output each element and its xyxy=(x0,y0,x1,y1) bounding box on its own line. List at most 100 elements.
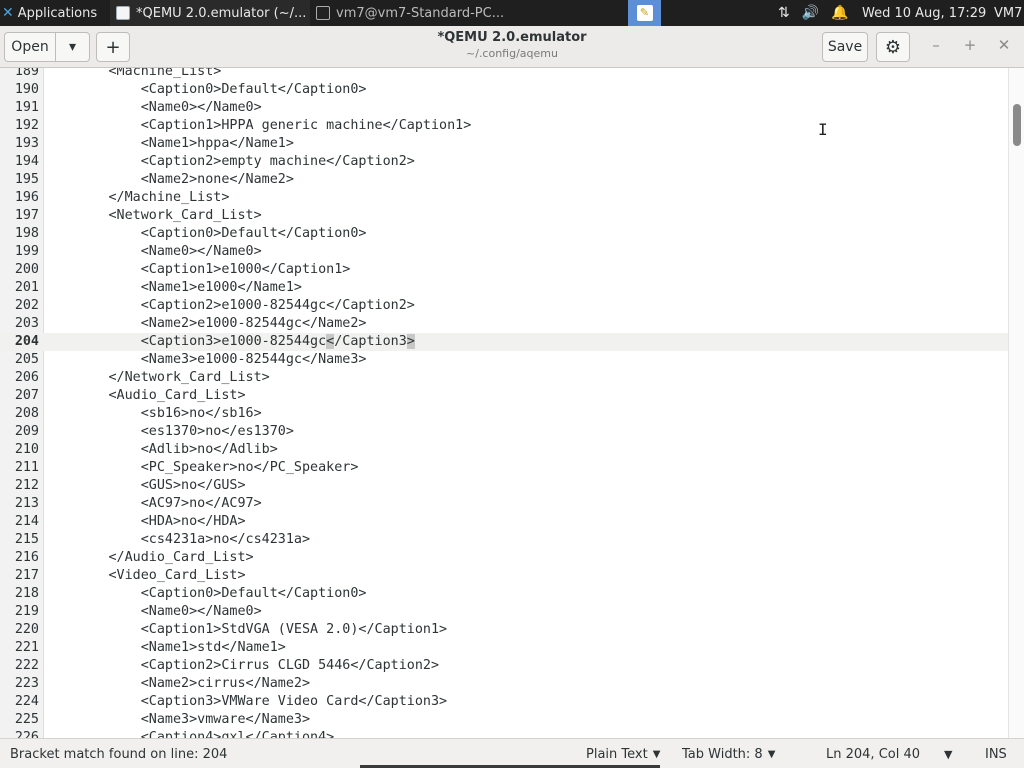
code-line[interactable]: 200 <Caption1>e1000</Caption1> xyxy=(0,261,1008,279)
code-line[interactable]: 193 <Name1>hppa</Name1> xyxy=(0,135,1008,153)
code-line[interactable]: 211 <PC_Speaker>no</PC_Speaker> xyxy=(0,459,1008,477)
terminal-icon xyxy=(316,6,330,20)
save-button[interactable]: Save xyxy=(822,32,868,62)
language-label: Plain Text xyxy=(586,746,648,762)
line-text: <GUS>no</GUS> xyxy=(44,478,246,493)
code-line[interactable]: 221 <Name1>std</Name1> xyxy=(0,639,1008,657)
line-number: 218 xyxy=(14,586,39,601)
line-text: <es1370>no</es1370> xyxy=(44,424,294,439)
line-number: 191 xyxy=(14,100,39,115)
pinned-editor-launcher[interactable]: ✎ xyxy=(628,0,661,26)
line-text: <Caption0>Default</Caption0> xyxy=(44,226,367,241)
line-text: <HDA>no</HDA> xyxy=(44,514,246,529)
code-line[interactable]: 223 <Name2>cirrus</Name2> xyxy=(0,675,1008,693)
caret-down-icon: ▼ xyxy=(652,748,661,760)
line-text: <Name0></Name0> xyxy=(44,244,262,259)
line-number: 200 xyxy=(14,262,39,277)
system-tray: ⇅ 🔊 🔔 xyxy=(778,0,849,26)
line-text: <Name2>cirrus</Name2> xyxy=(44,676,311,691)
caret-down-icon[interactable]: ▼ xyxy=(944,739,952,768)
code-line[interactable]: 225 <Name3>vmware</Name3> xyxy=(0,711,1008,729)
line-text: <Caption2>empty machine</Caption2> xyxy=(44,154,415,169)
code-line[interactable]: 203 <Name2>e1000-82544gc</Name2> xyxy=(0,315,1008,333)
line-number: 199 xyxy=(14,244,39,259)
open-menu-button[interactable]: ▾ xyxy=(56,32,90,62)
code-line[interactable]: 212 <GUS>no</GUS> xyxy=(0,477,1008,495)
vertical-scrollbar[interactable] xyxy=(1008,68,1024,738)
code-line[interactable]: 205 <Name3>e1000-82544gc</Name3> xyxy=(0,351,1008,369)
line-text: <Name3>e1000-82544gc</Name3> xyxy=(44,352,367,367)
code-line[interactable]: 222 <Caption2>Cirrus CLGD 5446</Caption2… xyxy=(0,657,1008,675)
code-line[interactable]: 224 <Caption3>VMWare Video Card</Caption… xyxy=(0,693,1008,711)
maximize-button[interactable]: + xyxy=(960,36,980,54)
code-line[interactable]: 226 <Caption4>qxl</Caption4> xyxy=(0,729,1008,738)
language-selector[interactable]: Plain Text ▼ xyxy=(586,739,660,768)
minimize-button[interactable]: – xyxy=(926,36,946,54)
close-button[interactable]: ✕ xyxy=(994,36,1014,54)
code-line[interactable]: 216 </Audio_Card_List> xyxy=(0,549,1008,567)
line-number: 202 xyxy=(14,298,39,313)
line-text: <Name2>none</Name2> xyxy=(44,172,294,187)
line-text: <Caption3>VMWare Video Card</Caption3> xyxy=(44,694,448,709)
line-text: <Machine_List> xyxy=(44,68,222,79)
user-menu[interactable]: VM7 xyxy=(994,0,1022,26)
code-line[interactable]: 199 <Name0></Name0> xyxy=(0,243,1008,261)
code-line[interactable]: 217 <Video_Card_List> xyxy=(0,567,1008,585)
code-line[interactable]: 201 <Name1>e1000</Name1> xyxy=(0,279,1008,297)
code-line[interactable]: 191 <Name0></Name0> xyxy=(0,99,1008,117)
network-icon[interactable]: ⇅ xyxy=(778,5,790,21)
code-line[interactable]: 208 <sb16>no</sb16> xyxy=(0,405,1008,423)
code-line[interactable]: 215 <cs4231a>no</cs4231a> xyxy=(0,531,1008,549)
insert-mode-indicator: INS xyxy=(985,746,1007,762)
line-number: 204 xyxy=(14,334,39,349)
code-line[interactable]: 213 <AC97>no</AC97> xyxy=(0,495,1008,513)
code-line[interactable]: 209 <es1370>no</es1370> xyxy=(0,423,1008,441)
code-line[interactable]: 207 <Audio_Card_List> xyxy=(0,387,1008,405)
status-bar: Bracket match found on line: 204 Plain T… xyxy=(0,738,1024,768)
gear-icon: ⚙ xyxy=(884,36,902,58)
code-line[interactable]: 192 <Caption1>HPPA generic machine</Capt… xyxy=(0,117,1008,135)
line-text: <Caption3>e1000-82544gc</Caption3> xyxy=(44,334,415,349)
code-line[interactable]: 194 <Caption2>empty machine</Caption2> xyxy=(0,153,1008,171)
cursor-position[interactable]: Ln 204, Col 40 xyxy=(826,739,920,768)
line-number: 226 xyxy=(14,730,39,738)
line-number: 213 xyxy=(14,496,39,511)
code-line[interactable]: 198 <Caption0>Default</Caption0> xyxy=(0,225,1008,243)
clock[interactable]: Wed 10 Aug, 17:29 xyxy=(862,0,986,26)
line-number: 198 xyxy=(14,226,39,241)
line-text: <Caption0>Default</Caption0> xyxy=(44,586,367,601)
code-line[interactable]: 214 <HDA>no</HDA> xyxy=(0,513,1008,531)
taskbar-item-label: vm7@vm7-Standard-PC... xyxy=(336,5,505,21)
code-line[interactable]: 219 <Name0></Name0> xyxy=(0,603,1008,621)
menu-button[interactable]: ⚙ xyxy=(876,32,910,62)
bracket-match: > xyxy=(406,334,415,349)
code-line[interactable]: 220 <Caption1>StdVGA (VESA 2.0)</Caption… xyxy=(0,621,1008,639)
volume-icon[interactable]: 🔊 xyxy=(802,5,819,21)
line-text: <Audio_Card_List> xyxy=(44,388,246,403)
line-text: <cs4231a>no</cs4231a> xyxy=(44,532,311,547)
current-code-line[interactable]: 204 <Caption3>e1000-82544gc</Caption3> xyxy=(0,333,1008,351)
new-document-button[interactable]: + xyxy=(96,32,130,62)
code-line[interactable]: 195 <Name2>none</Name2> xyxy=(0,171,1008,189)
code-line[interactable]: 202 <Caption2>e1000-82544gc</Caption2> xyxy=(0,297,1008,315)
open-button[interactable]: Open xyxy=(4,32,56,62)
code-line[interactable]: 190 <Caption0>Default</Caption0> xyxy=(0,81,1008,99)
line-number: 194 xyxy=(14,154,39,169)
line-number: 193 xyxy=(14,136,39,151)
taskbar-item-editor[interactable]: *QEMU 2.0.emulator (~/... xyxy=(110,0,310,26)
tab-width-selector[interactable]: Tab Width: 8 ▼ xyxy=(682,739,775,768)
line-number: 216 xyxy=(14,550,39,565)
text-editor[interactable]: 189 <Machine_List> 190 <Caption0>Default<… xyxy=(0,68,1008,738)
code-line[interactable]: 218 <Caption0>Default</Caption0> xyxy=(0,585,1008,603)
applications-menu[interactable]: ✕ Applications xyxy=(2,0,97,26)
code-line[interactable]: 206 </Network_Card_List> xyxy=(0,369,1008,387)
code-line[interactable]: 189 <Machine_List> xyxy=(0,68,1008,81)
taskbar-item-terminal[interactable]: vm7@vm7-Standard-PC... xyxy=(316,0,512,26)
code-line[interactable]: 210 <Adlib>no</Adlib> xyxy=(0,441,1008,459)
notification-bell-icon[interactable]: 🔔 xyxy=(831,5,848,21)
line-number: 223 xyxy=(14,676,39,691)
code-line[interactable]: 197 <Network_Card_List> xyxy=(0,207,1008,225)
line-number: 205 xyxy=(14,352,39,367)
code-line[interactable]: 196 </Machine_List> xyxy=(0,189,1008,207)
scrollbar-thumb[interactable] xyxy=(1013,104,1021,146)
